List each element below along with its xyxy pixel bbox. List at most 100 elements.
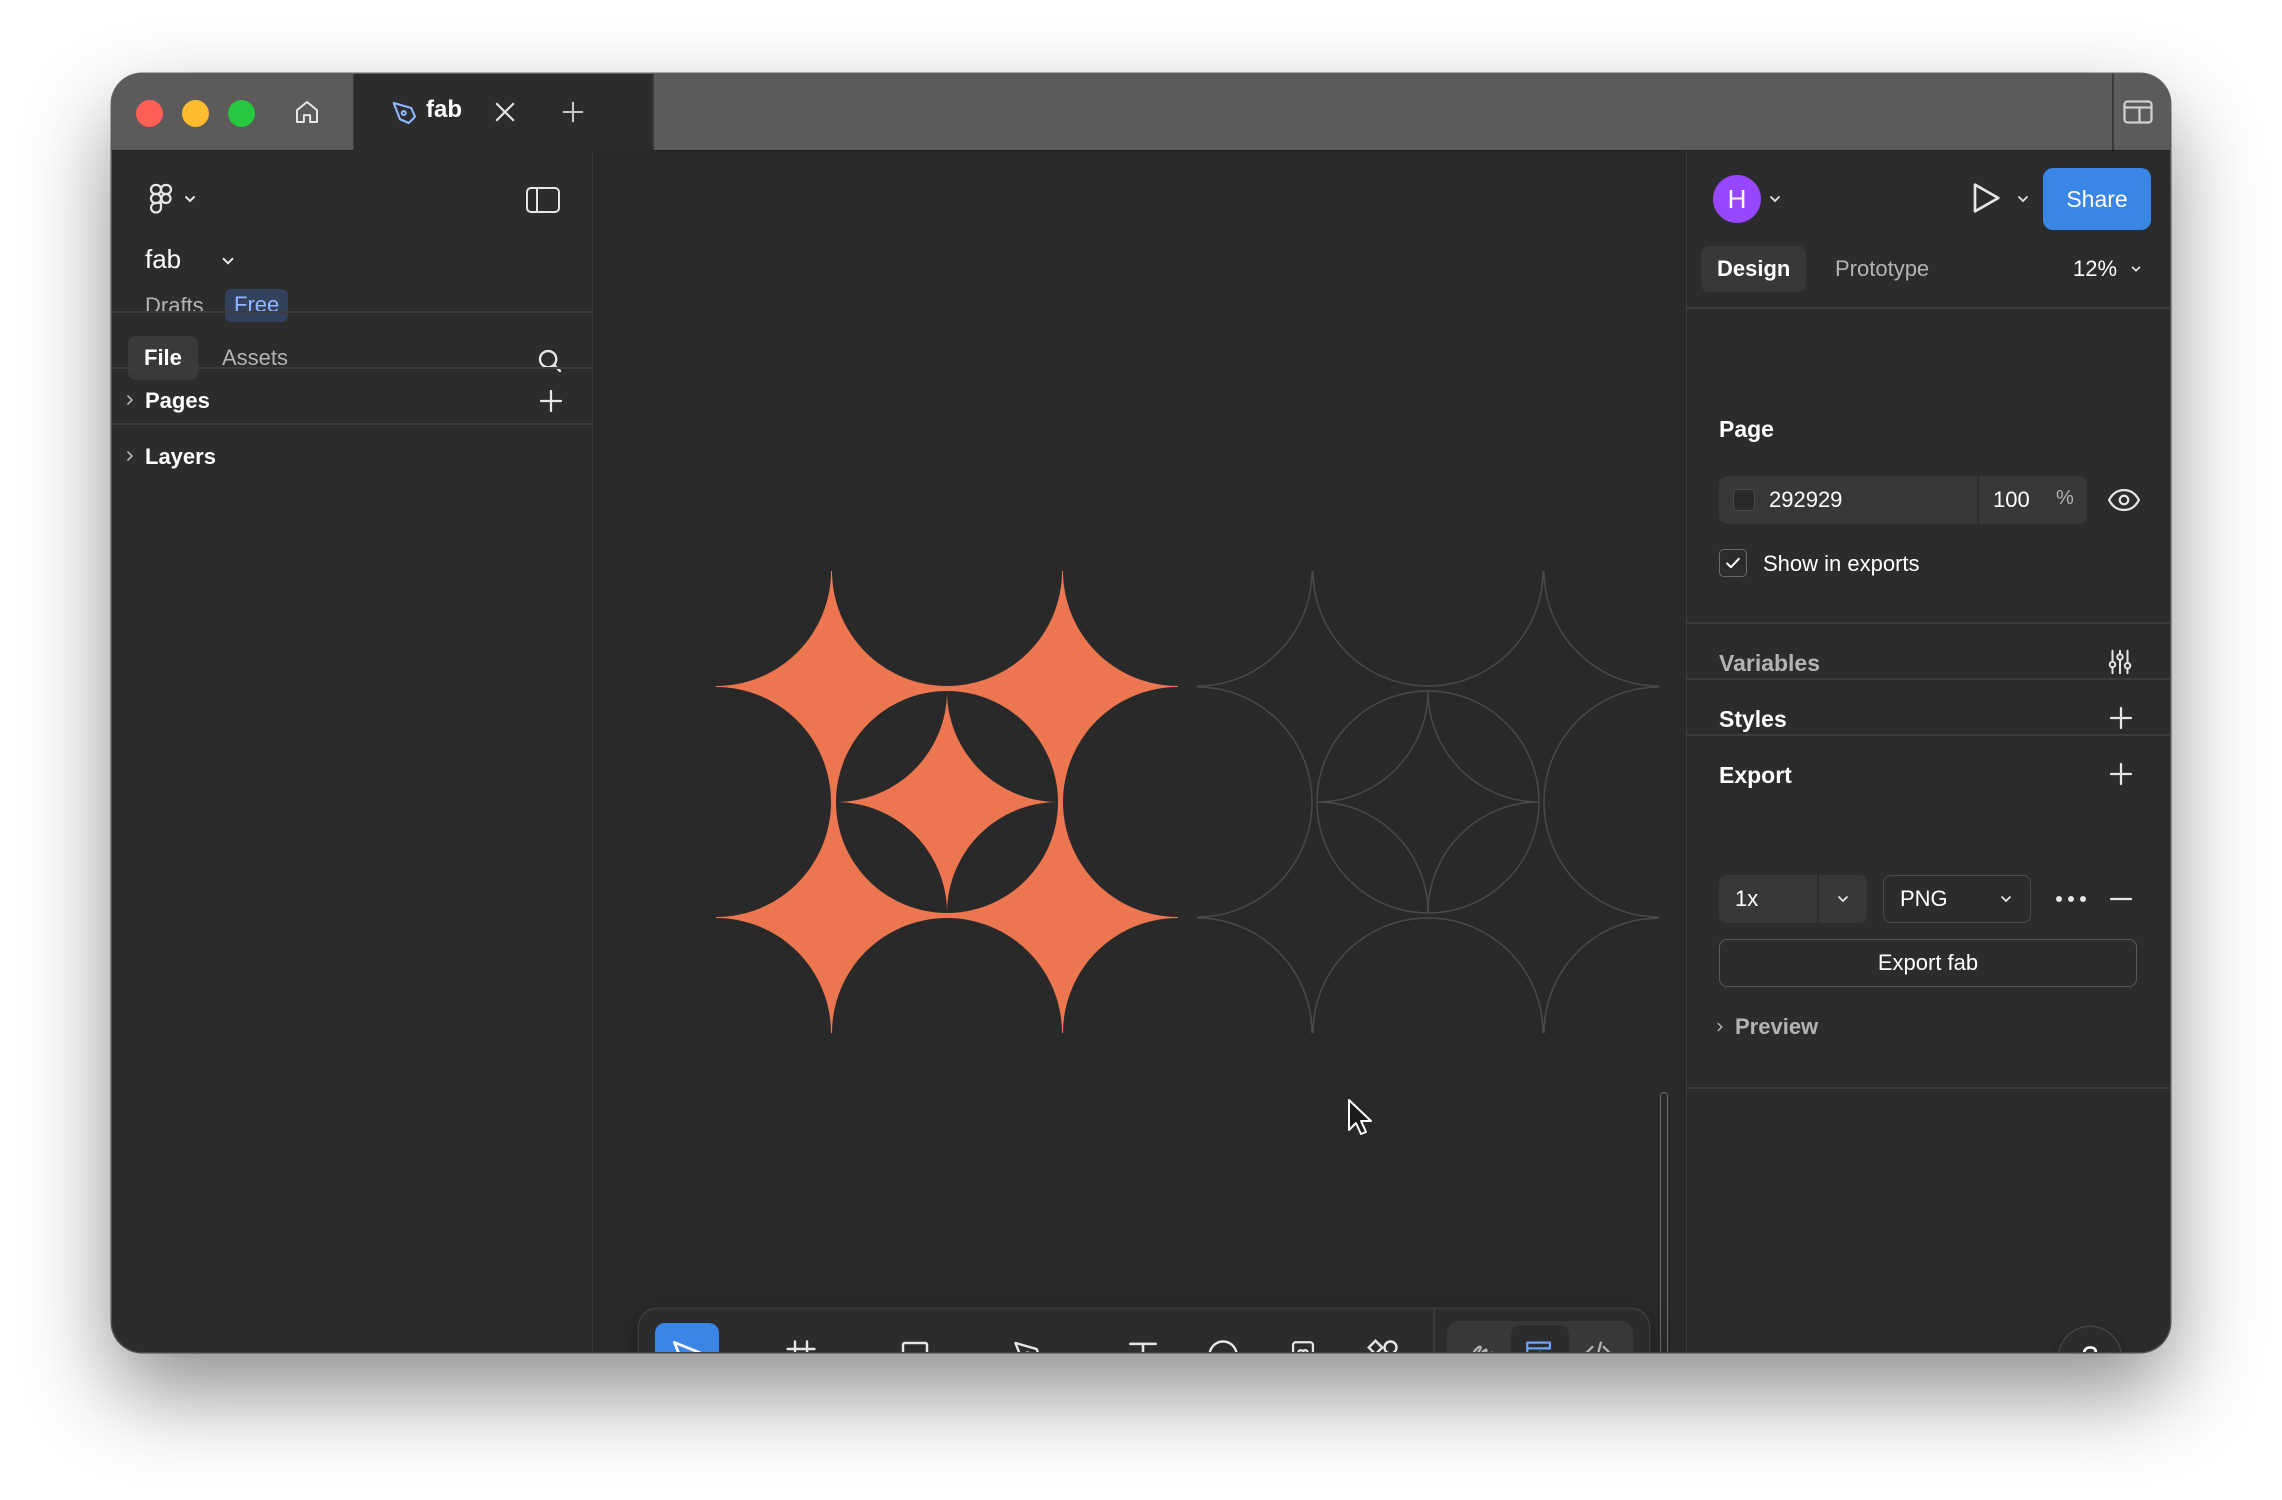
divider <box>1817 875 1819 923</box>
code-icon <box>1585 1341 1611 1352</box>
comment-tool-button[interactable] <box>1191 1323 1255 1352</box>
zoom-level[interactable]: 12% <box>2073 256 2117 282</box>
checkmark-icon <box>1726 557 1740 569</box>
chevron-down-icon[interactable] <box>2015 191 2031 207</box>
rectangle-tool-button[interactable] <box>883 1323 947 1352</box>
sliders-icon[interactable] <box>2105 647 2135 677</box>
mouse-cursor-icon <box>1348 1099 1372 1135</box>
page-section-heading: Page <box>1719 416 1774 442</box>
comment-icon <box>1208 1340 1238 1352</box>
file-name[interactable]: fab <box>145 244 181 275</box>
tab-file-panel[interactable]: File <box>128 336 198 380</box>
layers-section-header[interactable]: Layers <box>145 444 216 470</box>
chevron-down-icon[interactable] <box>1835 891 1851 907</box>
title-bar: fab <box>112 74 2170 151</box>
main-menu-button[interactable] <box>146 181 208 224</box>
design-mode-button[interactable] <box>1511 1325 1569 1352</box>
minimize-window-button[interactable] <box>182 100 209 127</box>
move-tool-button[interactable] <box>655 1323 719 1352</box>
right-panel: H Share Design Prototype 12% Page 292929… <box>1686 151 2170 1352</box>
maximize-window-button[interactable] <box>228 100 255 127</box>
avatar[interactable]: H <box>1713 175 1761 223</box>
chevron-right-icon[interactable] <box>122 392 138 408</box>
chevron-down-icon[interactable] <box>728 1347 744 1352</box>
export-format-select[interactable]: PNG <box>1883 875 2031 923</box>
divider <box>112 423 592 425</box>
chevron-down-icon[interactable] <box>219 252 237 270</box>
export-preview-toggle[interactable]: Preview <box>1735 1014 1818 1040</box>
add-export-icon[interactable] <box>2106 759 2136 789</box>
text-tool-button[interactable] <box>1111 1323 1175 1352</box>
chevron-down-icon[interactable] <box>842 1347 858 1352</box>
plan-badge[interactable]: Free <box>225 289 289 322</box>
opacity-input[interactable]: 100 <box>1993 487 2030 513</box>
window-icon[interactable] <box>2120 94 2156 130</box>
actions-tool-button[interactable] <box>1271 1323 1335 1352</box>
home-button[interactable] <box>277 74 337 150</box>
tab-design[interactable]: Design <box>1701 246 1807 292</box>
draw-mode-button[interactable] <box>1453 1325 1511 1352</box>
app-window: fab fab Drafts Free File Assets Pages La… <box>112 74 2170 1352</box>
remove-export-icon[interactable] <box>2106 884 2136 914</box>
search-icon[interactable] <box>535 346 565 376</box>
chevron-down-icon[interactable] <box>1070 1347 1086 1352</box>
divider <box>1687 678 2170 680</box>
tab-title: fab <box>426 96 462 123</box>
zoom-value: 12% <box>2073 256 2118 281</box>
export-button[interactable]: Export fab <box>1719 939 2137 987</box>
chevron-down-icon[interactable] <box>956 1347 972 1352</box>
pages-section-header[interactable]: Pages <box>145 388 210 414</box>
share-button[interactable]: Share <box>2043 168 2151 230</box>
draw-icon <box>1472 1345 1493 1352</box>
more-options-icon[interactable] <box>2053 887 2089 911</box>
cursor-arrow-icon <box>672 1340 701 1352</box>
tab-separator <box>652 74 654 150</box>
chevron-right-icon[interactable] <box>1713 1020 1727 1034</box>
frame-tool-button[interactable] <box>769 1323 833 1352</box>
show-in-exports-label: Show in exports <box>1763 551 1920 576</box>
canvas[interactable] <box>593 151 1686 1352</box>
text-icon <box>1129 1342 1157 1352</box>
divider <box>112 311 592 313</box>
figma-logo-icon <box>149 183 195 214</box>
plus-icon[interactable] <box>559 98 587 126</box>
export-scale-select[interactable]: 1x <box>1719 875 1867 923</box>
fab-shape-center[interactable] <box>593 151 1686 1352</box>
close-icon[interactable] <box>491 98 519 126</box>
present-play-icon[interactable] <box>1965 178 2005 218</box>
pen-tool-button[interactable] <box>997 1323 1061 1352</box>
file-location[interactable]: Drafts <box>145 293 204 319</box>
divider <box>1977 476 1979 524</box>
pen-tool-icon <box>392 101 417 125</box>
chevron-down-icon[interactable] <box>1767 191 1783 207</box>
vertical-scrollbar[interactable] <box>1660 1092 1668 1352</box>
tab-file[interactable]: fab <box>354 74 652 151</box>
home-icon <box>296 101 318 123</box>
divider <box>112 367 592 369</box>
components-tool-button[interactable] <box>1351 1323 1415 1352</box>
chevron-down-icon[interactable] <box>2129 262 2143 276</box>
add-page-icon[interactable] <box>536 386 566 416</box>
chevron-right-icon[interactable] <box>122 448 138 464</box>
fill-hex-input[interactable]: 292929 <box>1769 487 1842 513</box>
help-button[interactable]: ? <box>2059 1327 2121 1352</box>
eye-icon[interactable] <box>2107 487 2141 513</box>
styles-heading: Styles <box>1719 706 1787 732</box>
actions-icon <box>1291 1341 1315 1352</box>
export-scale-value: 1x <box>1735 886 1759 911</box>
tab-prototype[interactable]: Prototype <box>1835 256 1929 282</box>
pen-icon <box>1014 1341 1040 1352</box>
opacity-unit: % <box>2056 487 2074 509</box>
bottom-toolbar <box>639 1309 1649 1352</box>
dev-mode-button[interactable] <box>1569 1325 1627 1352</box>
design-mode-icon <box>1526 1341 1552 1352</box>
variables-heading[interactable]: Variables <box>1719 650 1820 677</box>
frame-icon <box>786 1340 816 1352</box>
sidebar-toggle-icon[interactable] <box>525 185 561 215</box>
components-icon <box>1367 1339 1398 1352</box>
add-style-icon[interactable] <box>2106 703 2136 733</box>
color-swatch[interactable] <box>1733 489 1755 511</box>
close-window-button[interactable] <box>136 100 163 127</box>
show-in-exports-checkbox[interactable] <box>1719 549 1747 577</box>
page-fill-row[interactable]: 292929 100 % <box>1719 476 2087 524</box>
